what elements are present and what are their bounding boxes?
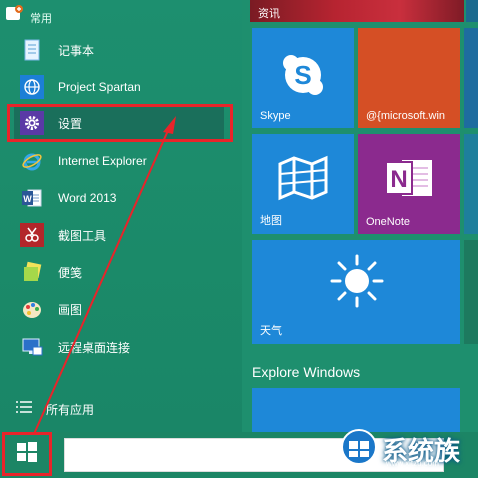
weather-tile[interactable]: 天气 [252, 240, 460, 344]
svg-text:N: N [390, 166, 407, 193]
app-item-paint[interactable]: 画图 [14, 293, 224, 325]
news-tile-label: 资讯 [258, 8, 280, 20]
app-item-remote-desktop[interactable]: 远程桌面连接 [14, 331, 224, 363]
globe-icon [20, 75, 44, 99]
watermark-globe-icon [340, 428, 378, 471]
onenote-tile[interactable]: N OneNote [358, 134, 460, 234]
paint-icon [20, 297, 44, 321]
skype-tile[interactable]: S Skype [252, 28, 354, 128]
gear-icon [20, 111, 44, 135]
sticky-notes-icon [20, 260, 44, 284]
start-button[interactable] [2, 432, 52, 476]
app-item-notepad[interactable]: 记事本 [14, 34, 224, 66]
app-item-settings[interactable]: 设置 [14, 107, 224, 139]
windows-logo-icon [16, 441, 38, 468]
app-item-internet-explorer[interactable]: Internet Explorer [14, 145, 224, 177]
all-apps-button[interactable]: 所有应用 [16, 400, 94, 419]
svg-text:S: S [294, 60, 311, 90]
app-item-project-spartan[interactable]: Project Spartan [14, 71, 224, 103]
news-tile[interactable] [250, 0, 464, 22]
tile-edge [464, 28, 478, 128]
maps-tile[interactable]: 地图 [252, 134, 354, 234]
app-item-word-2013[interactable]: W Word 2013 [14, 182, 224, 214]
word-icon: W [20, 186, 44, 210]
svg-text:W: W [23, 194, 32, 204]
tile-edge [466, 0, 478, 22]
section-title-frequent: 常用 [30, 13, 52, 25]
remote-desktop-icon [20, 335, 44, 359]
ie-icon [20, 149, 44, 173]
mail-tile[interactable]: @{microsoft.win [358, 28, 460, 128]
skype-icon: S [278, 50, 328, 105]
tile-edge [464, 134, 478, 234]
list-icon [16, 400, 32, 419]
map-icon [276, 154, 330, 207]
watermark-url: www.xitzu.com [386, 459, 439, 468]
sun-icon [328, 252, 386, 315]
watermark-logo: 系统族 [340, 420, 478, 478]
tile-edge [464, 240, 478, 344]
app-item-sticky-notes[interactable]: 便笺 [14, 256, 224, 288]
pin-icon[interactable] [4, 4, 24, 24]
notepad-icon [20, 38, 44, 62]
snipping-tool-icon [20, 223, 44, 247]
app-item-snipping-tool[interactable]: 截图工具 [14, 219, 224, 251]
explore-windows-header: Explore Windows [252, 364, 361, 380]
onenote-icon: N [384, 154, 436, 207]
